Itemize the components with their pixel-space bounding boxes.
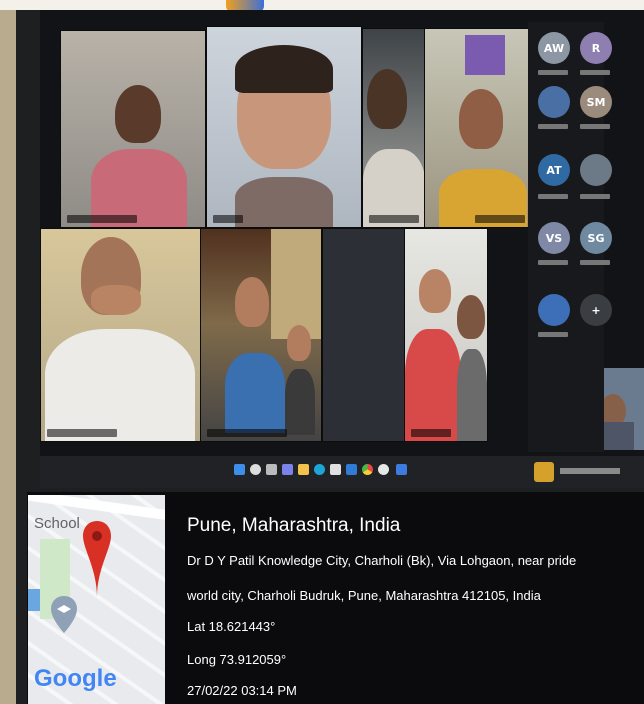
avatar[interactable]: AT xyxy=(538,154,570,186)
geotag-city: Pune, Maharashtra, India xyxy=(187,515,401,536)
laptop-bezel xyxy=(0,0,16,704)
video-tile-man-pink-shirt[interactable] xyxy=(60,30,206,228)
file-explorer-icon[interactable] xyxy=(298,464,309,475)
avatar[interactable]: R xyxy=(580,32,612,64)
store-icon[interactable] xyxy=(330,464,341,475)
geotag-longitude: Long 73.912059° xyxy=(187,652,287,667)
participants-sidebar: AW R SM AT VS SG + xyxy=(528,22,612,452)
mail-icon[interactable] xyxy=(346,464,357,475)
google-logo: Google xyxy=(34,665,117,692)
avatar[interactable]: SG xyxy=(580,222,612,254)
windows-taskbar xyxy=(40,456,644,488)
map-thumbnail: School Google xyxy=(28,495,165,704)
avatar[interactable]: AW xyxy=(538,32,570,64)
tray-app-icon[interactable] xyxy=(534,462,554,482)
video-tile-girl-father[interactable] xyxy=(404,228,488,442)
school-pin-icon xyxy=(51,596,77,633)
avatar[interactable]: SM xyxy=(580,86,612,118)
video-tile-man-hand-mouth[interactable] xyxy=(40,228,202,442)
photo-frame: AW R SM AT VS SG + School Google Pune, M… xyxy=(0,0,644,704)
chrome-icon[interactable] xyxy=(362,464,373,475)
map-pin-icon xyxy=(83,521,111,597)
edge-icon[interactable] xyxy=(314,464,325,475)
geotag-address-line1: Dr D Y Patil Knowledge City, Charholi (B… xyxy=(187,553,577,568)
avatar[interactable] xyxy=(538,294,570,326)
video-tile-woman-glasses[interactable] xyxy=(206,26,362,228)
search-icon[interactable] xyxy=(250,464,261,475)
video-tile-two-girls[interactable] xyxy=(200,228,322,442)
geotag-address-line2: world city, Charholi Budruk, Pune, Mahar… xyxy=(187,588,541,603)
top-background xyxy=(0,0,644,10)
start-icon[interactable] xyxy=(234,464,245,475)
map-label-school: School xyxy=(34,515,80,532)
taskview-icon[interactable] xyxy=(266,464,277,475)
geotag-latitude: Lat 18.621443° xyxy=(187,619,276,634)
video-tile-man-grey[interactable] xyxy=(362,28,426,228)
avatar[interactable] xyxy=(538,86,570,118)
video-tile-woman-saree[interactable] xyxy=(424,28,532,228)
app-icon[interactable] xyxy=(396,464,407,475)
chat-icon[interactable] xyxy=(282,464,293,475)
camera-app-icon[interactable] xyxy=(378,464,389,475)
more-participants-button[interactable]: + xyxy=(580,294,612,326)
avatar[interactable]: VS xyxy=(538,222,570,254)
avatar[interactable] xyxy=(580,154,612,186)
tray-label xyxy=(560,468,620,474)
geotag-datetime: 27/02/22 03:14 PM xyxy=(187,683,297,698)
video-tile-dark[interactable] xyxy=(322,228,406,442)
